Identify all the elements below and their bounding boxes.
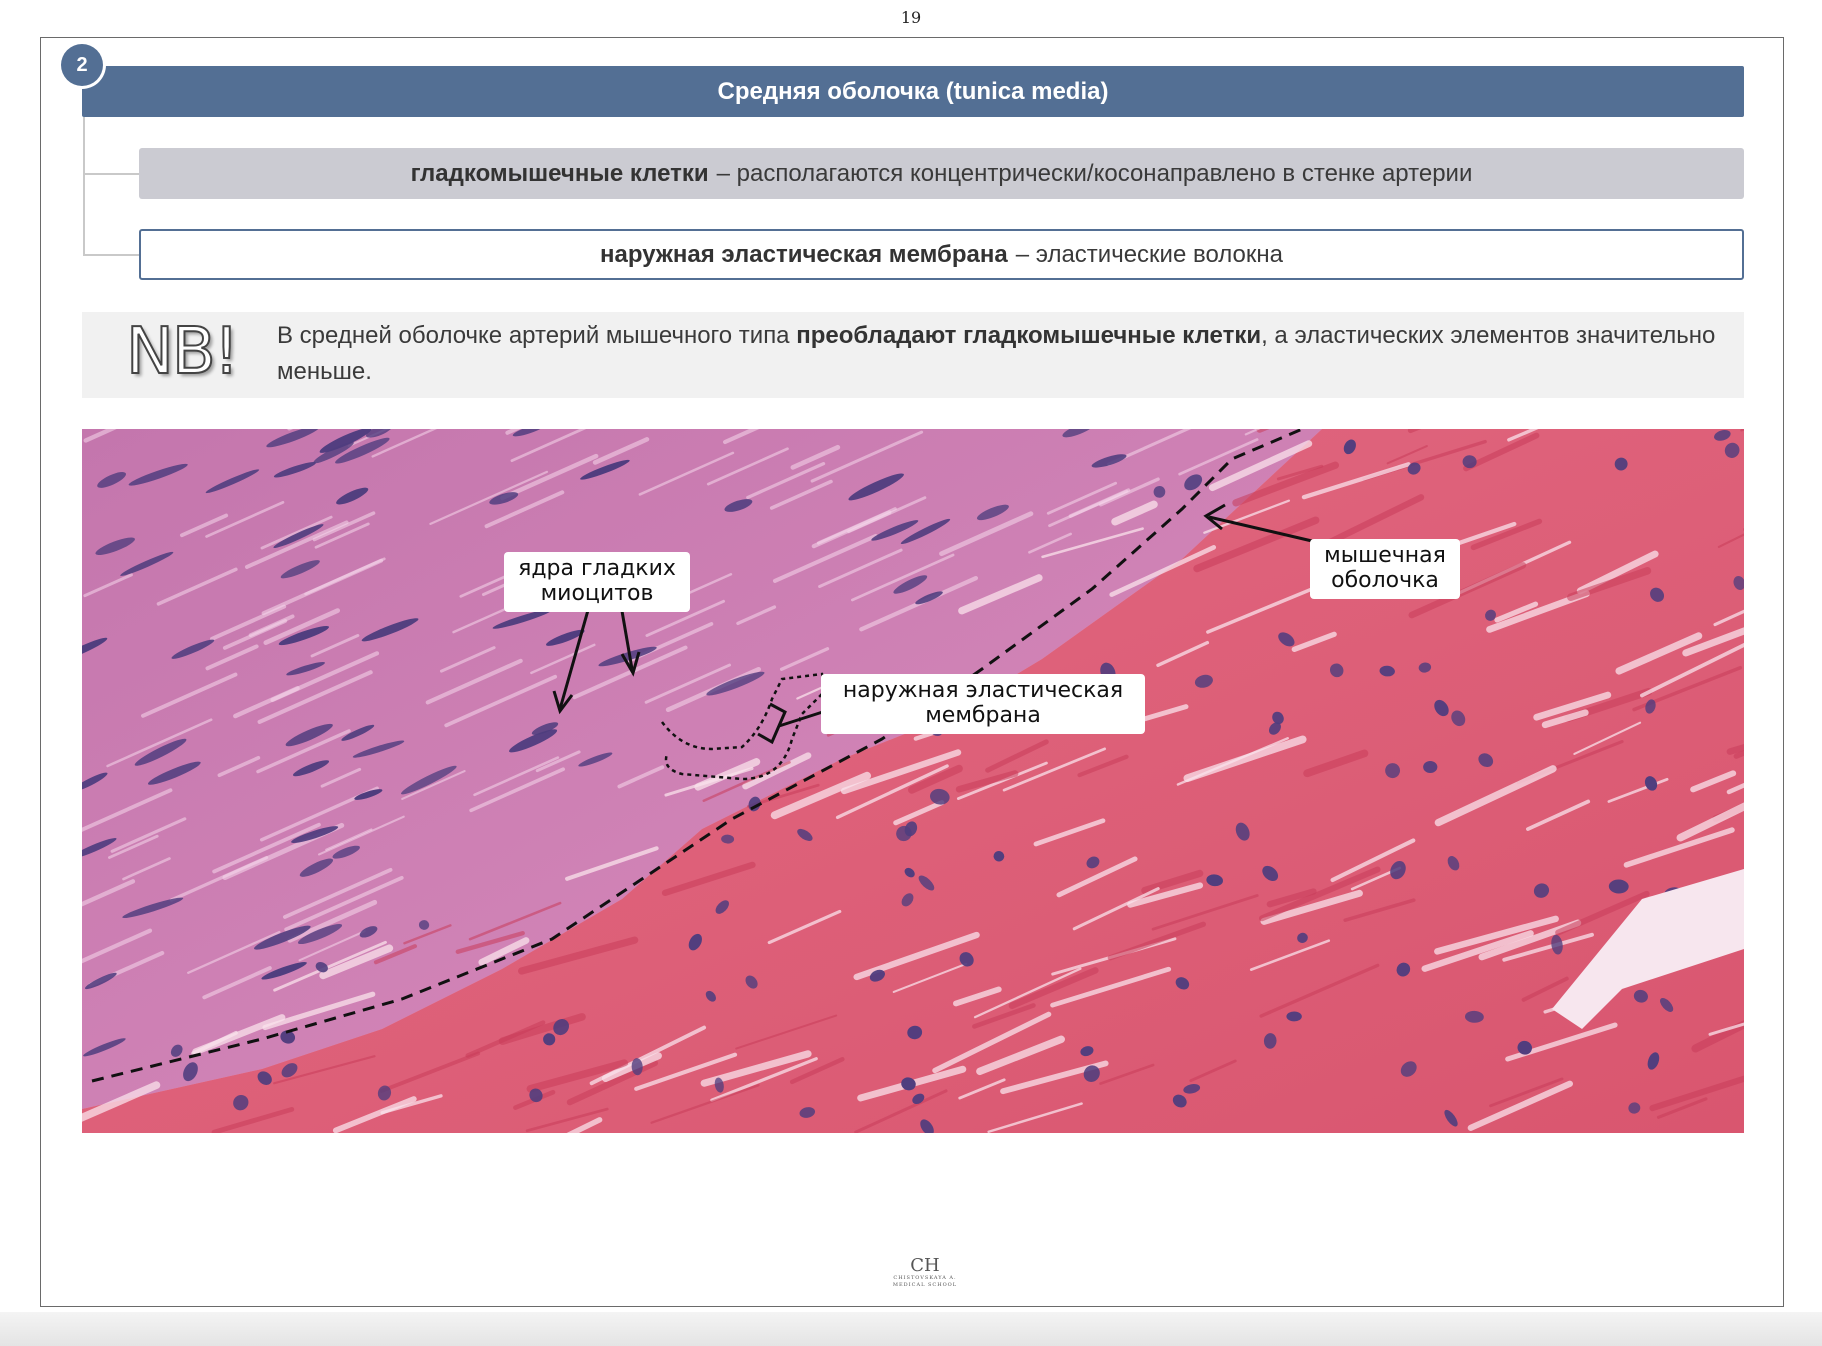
- membrane-label-line-2: мембрана: [925, 703, 1041, 728]
- nb-logo: NB!: [125, 315, 240, 389]
- external-elastic-membrane-description: – эластические волокна: [1015, 240, 1283, 268]
- nb-text-start: В средней оболочке артерий мышечного тип…: [277, 322, 797, 349]
- micrograph-image: [82, 429, 1744, 1133]
- brand-logo: CH CHISTOVSKAYA A. MEDICAL SCHOOL: [880, 1257, 970, 1293]
- cell-nucleus: [1423, 760, 1438, 774]
- muscle-layer-label-line-1: мышечная: [1324, 543, 1446, 568]
- nb-text: В средней оболочке артерий мышечного тип…: [277, 318, 1717, 390]
- external-elastic-membrane-term: наружная эластическая мембрана: [600, 240, 1008, 268]
- smooth-muscle-cells-term: гладкомышечные клетки: [410, 159, 709, 187]
- smooth-muscle-cells-row: гладкомышечные клетки – располагаются ко…: [139, 148, 1744, 199]
- nuclei-label-line-2: миоцитов: [540, 581, 654, 606]
- section-number-badge: 2: [61, 44, 103, 86]
- nuclei-label: ядра гладких миоцитов: [504, 552, 690, 612]
- membrane-label: наружная эластическая мембрана: [821, 674, 1145, 734]
- page-number: 19: [900, 8, 922, 27]
- nb-text-bold: преобладают гладкомышечные клетки: [796, 322, 1262, 349]
- viewer-bottom-edge: [0, 1312, 1822, 1346]
- smooth-muscle-cells-description: – располагаются концентрически/косонапра…: [716, 159, 1473, 187]
- section-title: Средняя оболочка (tunica media): [82, 66, 1744, 117]
- muscle-layer-label: мышечная оболочка: [1310, 539, 1460, 599]
- membrane-label-line-1: наружная эластическая: [842, 678, 1124, 703]
- nb-note: NB! В средней оболочке артерий мышечного…: [82, 312, 1744, 398]
- external-elastic-membrane-row: наружная эластическая мембрана – эластич…: [139, 229, 1744, 280]
- fiber-streak: [1740, 429, 1744, 432]
- tree-connector-vertical: [83, 117, 85, 255]
- histology-micrograph: ядра гладких миоцитов мышечная оболочка …: [82, 429, 1744, 1133]
- nuclei-label-line-1: ядра гладких: [518, 556, 676, 581]
- tree-connector-branch-1: [83, 173, 139, 175]
- brand-logo-name: CHISTOVSKAYA A.: [893, 1275, 957, 1281]
- brand-logo-monogram: CH: [910, 1255, 940, 1276]
- brand-logo-sub: MEDICAL SCHOOL: [892, 1282, 958, 1288]
- tree-connector-branch-2: [83, 254, 139, 256]
- muscle-layer-label-line-2: оболочка: [1331, 568, 1439, 593]
